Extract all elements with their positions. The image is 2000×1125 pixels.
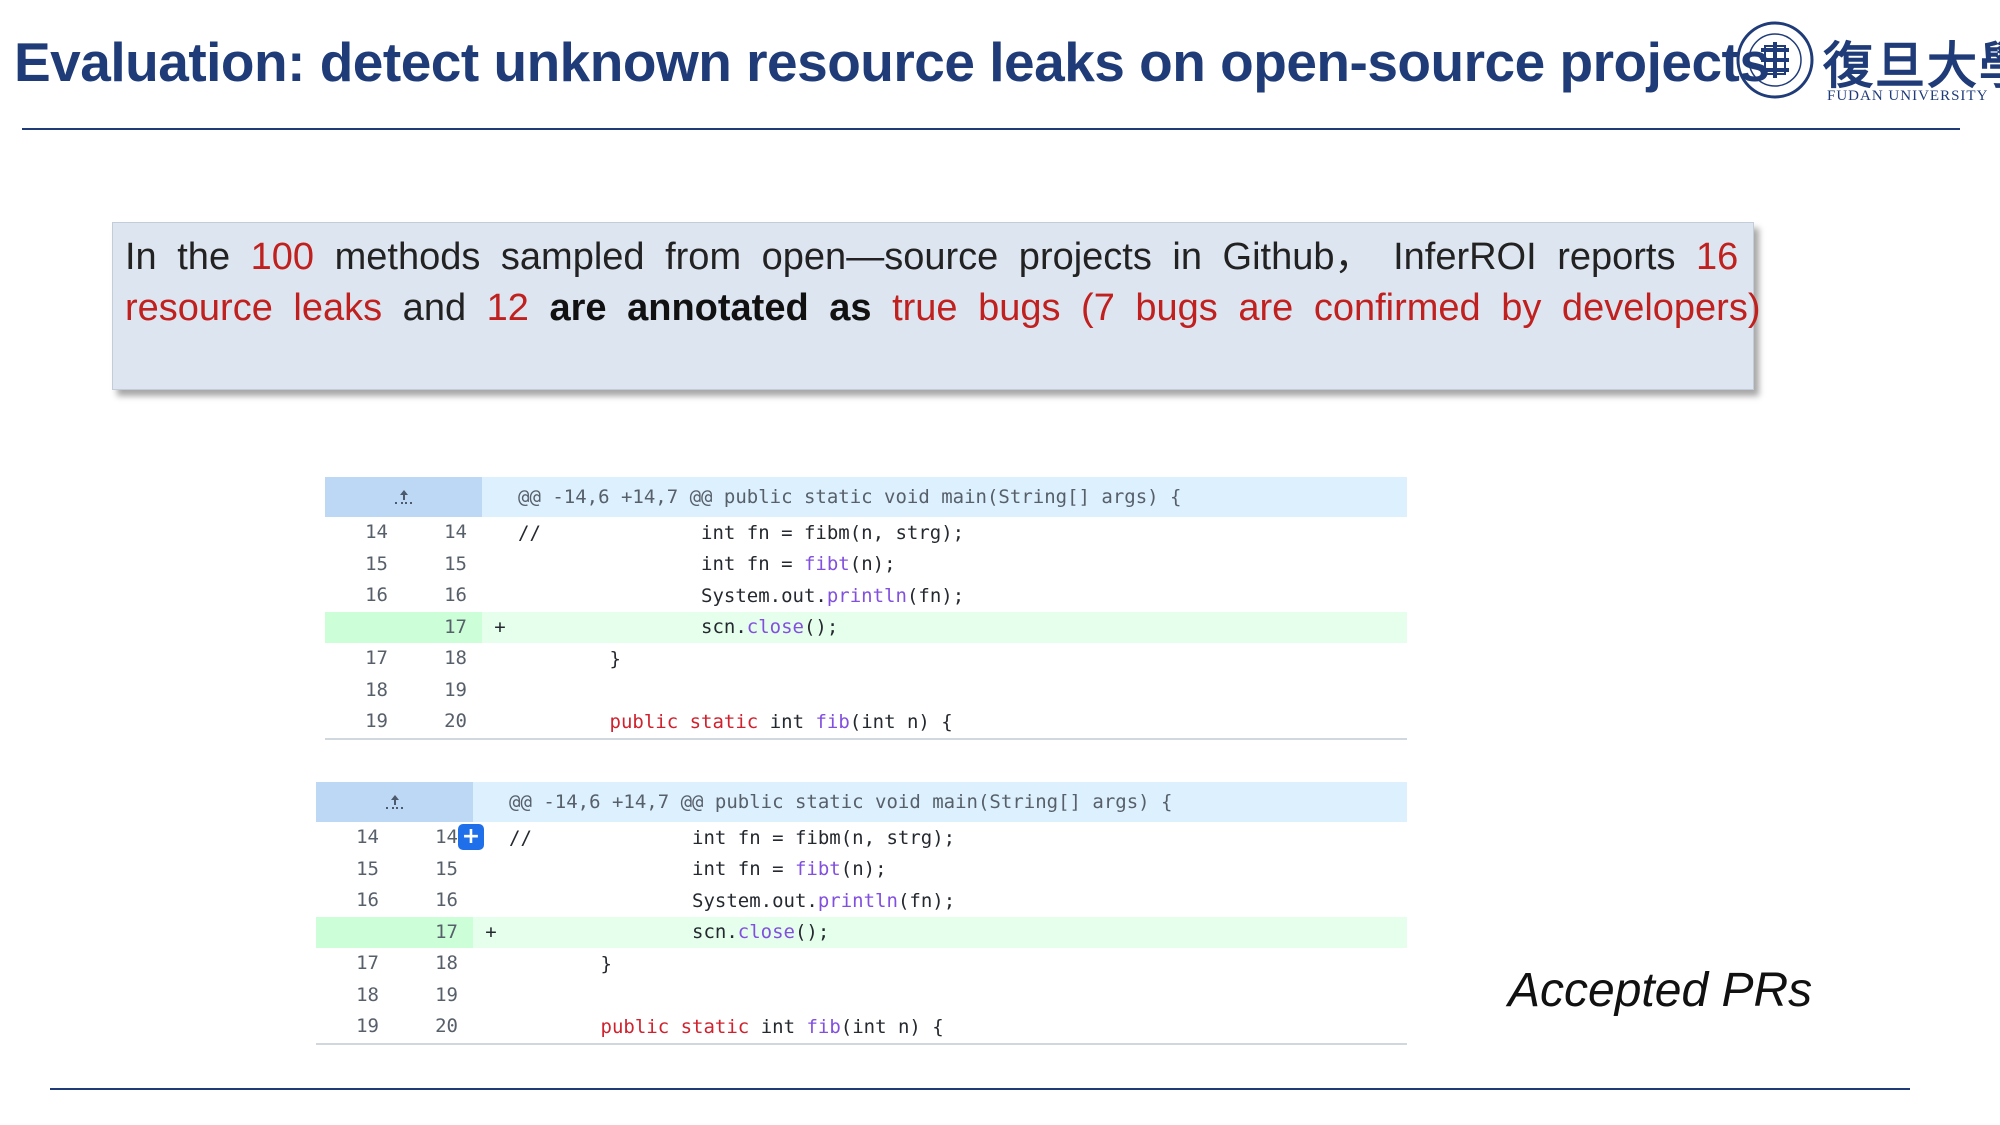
- university-logo: 復旦大學 FUDAN UNIVERSITY: [1735, 20, 2000, 110]
- gutter-spacer: [458, 980, 473, 1012]
- diff-row: 15 15 int fn = fibt(n);: [325, 549, 1407, 581]
- new-line-number[interactable]: 20: [379, 1011, 458, 1043]
- diff-row: 19 20 public static int fib(int n) {: [316, 1011, 1407, 1043]
- callout-line-1: In the 100 methods sampled from open—sou…: [125, 236, 1739, 278]
- hunk-header: @@ -14,6 +14,7 @@ public static void mai…: [325, 477, 1407, 517]
- hunk-header: @@ -14,6 +14,7 @@ public static void mai…: [316, 782, 1407, 822]
- new-line-number[interactable]: 17: [388, 611, 467, 643]
- diff-row: 14 14 +// int fn = fibm(n, strg);: [316, 822, 1407, 854]
- diff-row-added: 17 + scn.close();: [325, 611, 1407, 643]
- accepted-prs-caption: Accepted PRs: [1508, 964, 1813, 1017]
- gutter-spacer: [467, 549, 482, 581]
- expand-up-icon[interactable]: [316, 782, 473, 822]
- diff-row: 16 16 System.out.println(fn);: [325, 580, 1407, 612]
- old-line-number[interactable]: 16: [325, 580, 388, 612]
- new-line-number[interactable]: 16: [379, 885, 458, 917]
- code-line: scn.close();: [509, 921, 830, 944]
- slide-title: Evaluation: detect unknown resource leak…: [14, 31, 1770, 93]
- code-line: }: [518, 647, 621, 670]
- university-name-english: FUDAN UNIVERSITY: [1827, 88, 1989, 104]
- gutter-spacer: [467, 643, 482, 675]
- gutter-spacer: [458, 948, 473, 980]
- gutter-spacer: [458, 916, 473, 948]
- new-line-number[interactable]: 18: [379, 948, 458, 980]
- new-line-number[interactable]: 16: [388, 580, 467, 612]
- new-line-number[interactable]: 14: [388, 517, 467, 549]
- fudan-seal-icon: [1736, 21, 1814, 99]
- diff-row-added: 17 + scn.close();: [316, 916, 1407, 948]
- summary-callout: In the 100 methods sampled from open—sou…: [112, 222, 1761, 390]
- new-line-number[interactable]: 18: [388, 643, 467, 675]
- add-comment-button[interactable]: +: [458, 824, 484, 850]
- gutter-spacer: [467, 675, 482, 707]
- hunk-header-text: @@ -14,6 +14,7 @@ public static void mai…: [518, 486, 1182, 508]
- diff-row: 14 14 // int fn = fibm(n, strg);: [325, 517, 1407, 549]
- diff-row: 17 18 }: [316, 948, 1407, 980]
- old-line-number[interactable]: 17: [316, 948, 379, 980]
- code-line: // int fn = fibm(n, strg);: [518, 521, 965, 544]
- old-line-number[interactable]: 15: [316, 854, 379, 886]
- diff-row: 19 20 public static int fib(int n) {: [325, 706, 1407, 738]
- gutter-spacer: [458, 854, 473, 886]
- code-line: int fn = fibt(n);: [518, 553, 896, 576]
- expand-up-icon[interactable]: [325, 477, 482, 517]
- diff-row: 17 18 }: [325, 643, 1407, 675]
- code-line: int fn = fibt(n);: [509, 858, 887, 881]
- new-line-number[interactable]: 15: [379, 854, 458, 886]
- code-line: public static int fib(int n) {: [600, 1015, 944, 1038]
- old-line-number[interactable]: 19: [316, 1011, 379, 1043]
- footer-divider: [50, 1088, 1910, 1090]
- old-line-number[interactable]: [325, 611, 388, 643]
- new-line-number[interactable]: 17: [379, 916, 458, 948]
- new-line-number-text: 14: [435, 826, 458, 848]
- code-line: public static int fib(int n) {: [609, 710, 953, 733]
- new-line-number[interactable]: 19: [388, 675, 467, 707]
- code-line: // int fn = fibm(n, strg);: [509, 826, 956, 849]
- hunk-header-text: @@ -14,6 +14,7 @@ public static void mai…: [509, 791, 1173, 813]
- diff-sign: +: [485, 921, 497, 944]
- code-line: System.out.println(fn);: [518, 584, 965, 607]
- old-line-number[interactable]: 18: [316, 980, 379, 1012]
- diff-sign: +: [494, 616, 506, 639]
- diff-row: 15 15 int fn = fibt(n);: [316, 854, 1407, 886]
- old-line-number[interactable]: 14: [325, 517, 388, 549]
- diff-row: 16 16 System.out.println(fn);: [316, 885, 1407, 917]
- old-line-number[interactable]: 14: [316, 822, 379, 854]
- title-divider: [22, 128, 1960, 130]
- old-line-number[interactable]: [316, 916, 379, 948]
- gutter-spacer: [467, 706, 482, 738]
- code-diff-1: @@ -14,6 +14,7 @@ public static void mai…: [325, 477, 1407, 740]
- diff-row: 18 19: [316, 980, 1407, 1012]
- gutter-spacer: [467, 611, 482, 643]
- old-line-number[interactable]: 19: [325, 706, 388, 738]
- new-line-number[interactable]: 19: [379, 980, 458, 1012]
- gutter-spacer: [467, 517, 482, 549]
- gutter-spacer: [458, 1011, 473, 1043]
- code-line: }: [509, 952, 612, 975]
- gutter-spacer: [467, 580, 482, 612]
- code-line: scn.close();: [518, 616, 839, 639]
- old-line-number[interactable]: 16: [316, 885, 379, 917]
- code-line: System.out.println(fn);: [509, 889, 956, 912]
- old-line-number[interactable]: 18: [325, 675, 388, 707]
- gutter-spacer: [458, 885, 473, 917]
- code-diff-2: @@ -14,6 +14,7 @@ public static void mai…: [316, 782, 1407, 1045]
- old-line-number[interactable]: 17: [325, 643, 388, 675]
- diff-row: 18 19: [325, 675, 1407, 707]
- new-line-number[interactable]: 15: [388, 549, 467, 581]
- callout-line-2: resource leaks and 12 are annotated as t…: [125, 287, 1761, 329]
- new-line-number[interactable]: 14 +: [379, 822, 484, 854]
- new-line-number[interactable]: 20: [388, 706, 467, 738]
- old-line-number[interactable]: 15: [325, 549, 388, 581]
